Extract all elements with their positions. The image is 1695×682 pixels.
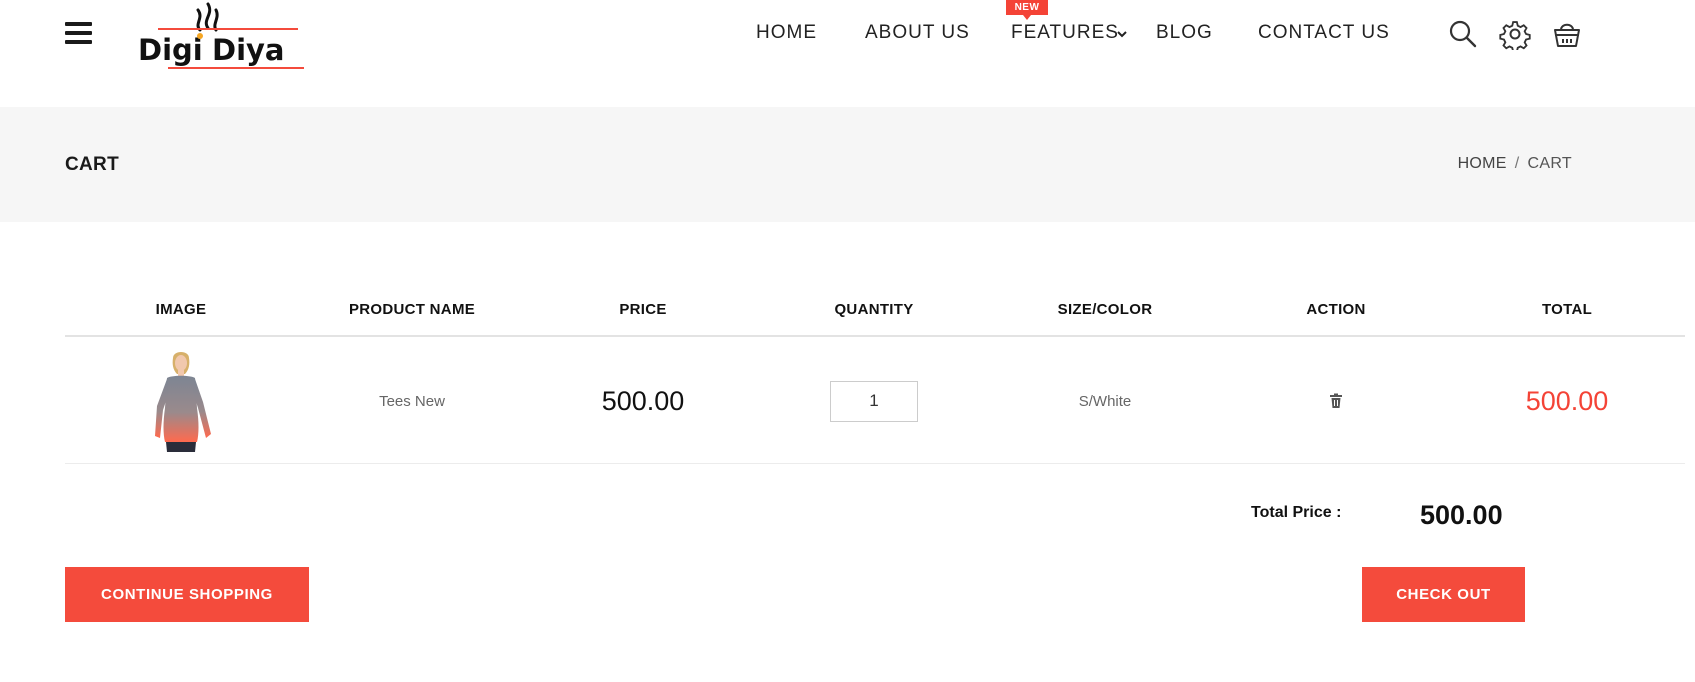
new-badge: NEW: [1006, 0, 1048, 20]
column-header-product-name: PRODUCT NAME: [348, 301, 476, 318]
breadcrumb-separator: /: [1514, 155, 1520, 172]
nav-home[interactable]: HOME: [756, 22, 817, 44]
nav-about-us[interactable]: ABOUT US: [865, 22, 970, 44]
total-price-value: 500.00: [1420, 500, 1503, 530]
column-header-price: PRICE: [619, 301, 667, 318]
quantity-input[interactable]: [830, 380, 918, 422]
breadcrumb: HOME / CART: [1458, 155, 1572, 173]
chevron-down-icon[interactable]: [1116, 28, 1128, 40]
gear-icon[interactable]: [1499, 18, 1531, 50]
size-color-value: S/White: [1078, 392, 1132, 410]
site-logo[interactable]: Digi Diya: [138, 0, 308, 72]
column-header-total: TOTAL: [1541, 301, 1593, 318]
column-header-size-color: SIZE/COLOR: [1057, 301, 1153, 318]
breadcrumb-current: CART: [1527, 155, 1572, 172]
basket-icon[interactable]: [1551, 18, 1583, 50]
checkout-button[interactable]: CHECK OUT: [1362, 567, 1525, 622]
nav-contact-us[interactable]: CONTACT US: [1258, 22, 1390, 44]
continue-shopping-button[interactable]: CONTINUE SHOPPING: [65, 567, 309, 622]
column-header-action: ACTION: [1306, 301, 1366, 318]
product-price: 500.00: [601, 385, 685, 416]
page-title-bar: CART HOME / CART: [0, 107, 1695, 222]
product-image-cell: [145, 338, 217, 464]
quantity-cell: [830, 338, 918, 464]
nav-features[interactable]: FEATURES: [1011, 22, 1119, 44]
search-icon[interactable]: [1447, 18, 1479, 50]
page-title: CART: [65, 154, 119, 175]
site-header: Digi Diya HOME ABOUT US FEATURES BLOG CO…: [0, 0, 1695, 107]
trash-icon[interactable]: [1329, 393, 1343, 409]
nav-blog[interactable]: BLOG: [1156, 22, 1213, 44]
product-image[interactable]: [145, 350, 217, 452]
breadcrumb-home[interactable]: HOME: [1458, 155, 1507, 172]
total-price-label: Total Price :: [1251, 504, 1342, 521]
row-total: 500.00: [1525, 385, 1609, 416]
product-name[interactable]: Tees New: [379, 338, 445, 464]
table-row: Tees New 500.00 S/White 500.00: [65, 338, 1685, 464]
cart-table-header: IMAGE PRODUCT NAME PRICE QUANTITY SIZE/C…: [65, 285, 1685, 337]
column-header-image: IMAGE: [155, 301, 207, 318]
column-header-quantity: QUANTITY: [834, 301, 914, 318]
menu-icon[interactable]: [65, 22, 92, 46]
svg-text:Diya: Diya: [212, 33, 285, 67]
action-cell: [1329, 338, 1343, 464]
svg-text:Digi: Digi: [138, 33, 203, 67]
